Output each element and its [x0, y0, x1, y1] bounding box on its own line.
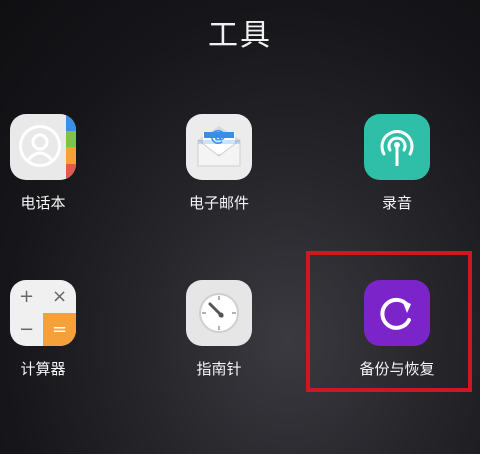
mail-icon: @: [186, 114, 252, 180]
calc-key-plus: +: [18, 286, 35, 307]
app-calculator[interactable]: + × − = 计算器: [0, 280, 98, 379]
compass-icon: [186, 280, 252, 346]
app-label: 电话本: [20, 194, 66, 212]
app-recorder[interactable]: 录音: [342, 114, 452, 213]
at-symbol: @: [210, 126, 226, 145]
recorder-icon: [364, 114, 430, 180]
app-label: 电子邮件: [188, 194, 249, 212]
calculator-icon: + × − =: [10, 280, 76, 346]
app-label: 指南针: [196, 360, 242, 378]
calc-key-equals: =: [43, 313, 76, 346]
highlight-box: [306, 251, 472, 392]
contacts-icon: [10, 114, 76, 180]
folder-title: 工具: [208, 18, 272, 53]
app-email[interactable]: @ 电子邮件: [164, 114, 274, 213]
app-compass[interactable]: 指南针: [164, 280, 274, 379]
app-label: 计算器: [20, 360, 66, 378]
calc-key-minus: −: [18, 319, 35, 340]
app-contacts[interactable]: 电话本: [0, 114, 98, 213]
app-label: 录音: [381, 194, 412, 212]
calc-key-times: ×: [51, 286, 68, 307]
